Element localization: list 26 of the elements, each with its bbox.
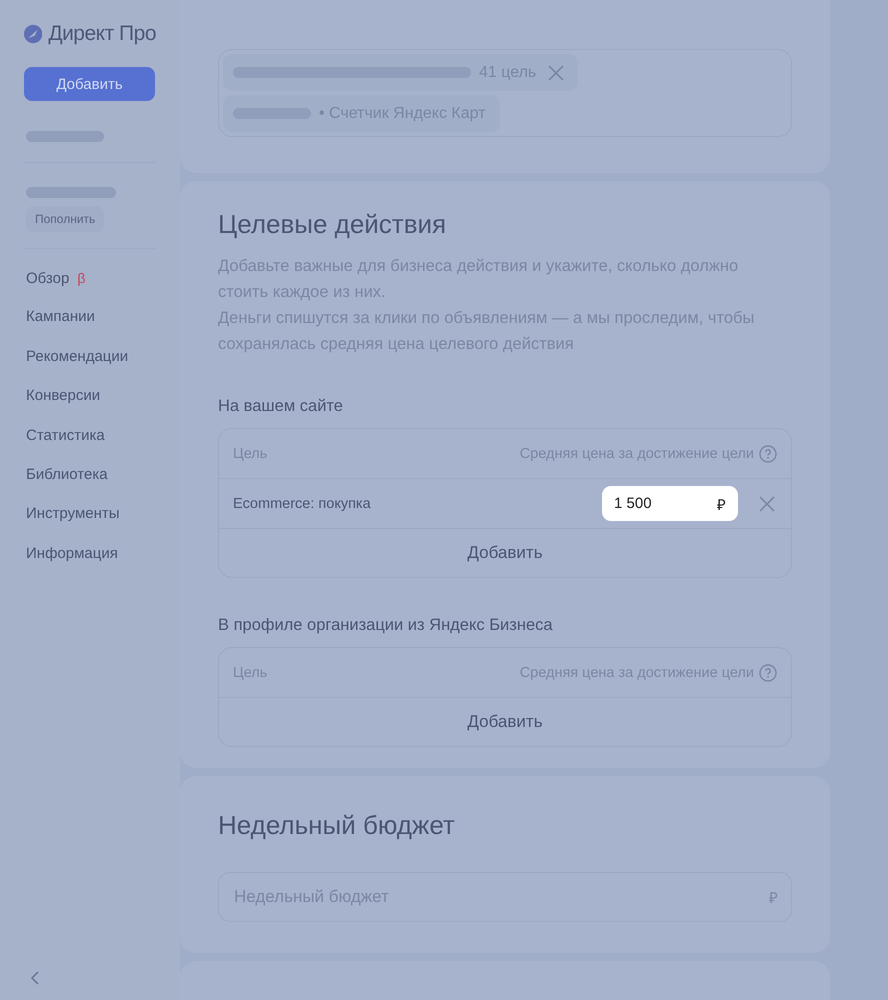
section-title: Недельный бюджет xyxy=(218,810,456,842)
nav-item[interactable]: Рекомендации xyxy=(26,346,156,386)
section-title: Целевые действия xyxy=(218,209,448,242)
logo-text: Директ Про xyxy=(48,22,156,46)
nav-item[interactable]: Конверсии xyxy=(26,385,156,425)
top-up-button[interactable]: Пополнить xyxy=(26,206,104,232)
help-icon[interactable] xyxy=(759,444,777,463)
nav-item[interactable]: Информация xyxy=(26,542,156,582)
price-field[interactable]: 1 500 ₽ xyxy=(602,486,738,522)
subsection-title: В профиле организации из Яндекс Бизнеса xyxy=(218,616,554,636)
logo-icon xyxy=(24,23,42,45)
nav-item[interactable]: Статистика xyxy=(26,424,156,464)
nav-item[interactable]: Кампании xyxy=(26,306,156,346)
nav-item[interactable]: Библиотека xyxy=(26,464,156,504)
help-icon[interactable] xyxy=(759,664,777,682)
subsection-title: На вашем сайте xyxy=(218,397,344,416)
close-icon[interactable] xyxy=(759,496,775,512)
add-goal-button[interactable]: Добавить xyxy=(219,529,791,578)
beta-label: β xyxy=(77,270,86,286)
nav-item[interactable]: Инструменты xyxy=(26,503,156,543)
table-cell: Ecommerce: покупка xyxy=(233,496,371,512)
collapse-icon[interactable] xyxy=(30,970,40,986)
add-goal-button[interactable]: Добавить xyxy=(219,698,791,746)
add-button[interactable]: Добавить xyxy=(24,67,155,101)
currency-sign: ₽ xyxy=(769,888,778,907)
close-icon[interactable] xyxy=(548,64,564,80)
